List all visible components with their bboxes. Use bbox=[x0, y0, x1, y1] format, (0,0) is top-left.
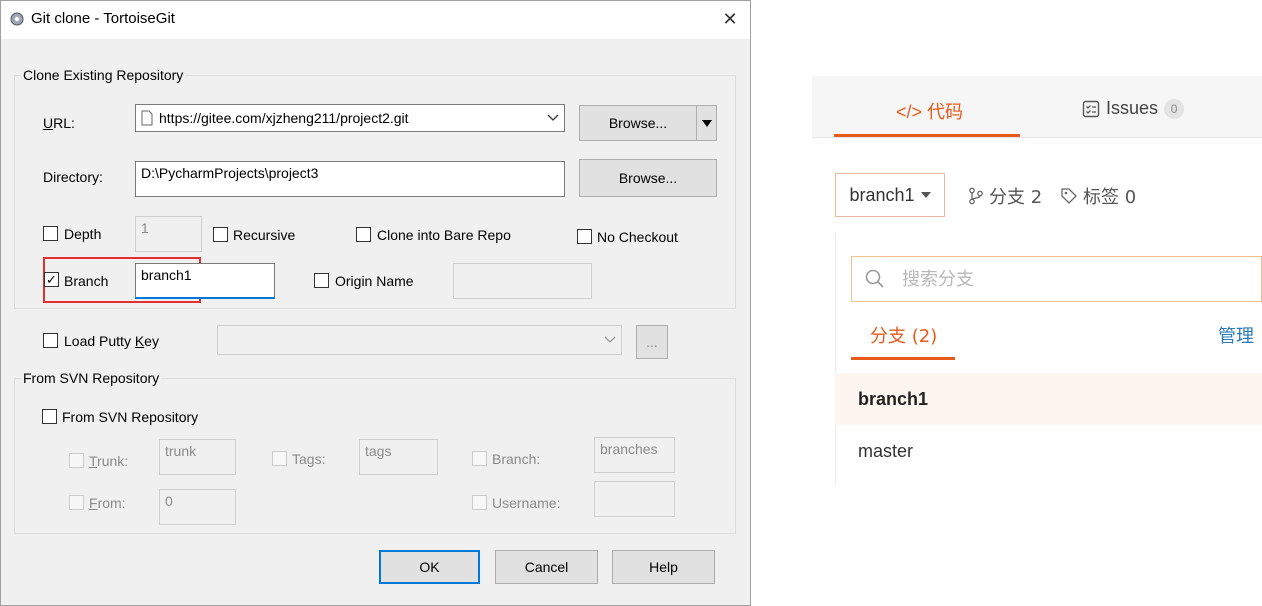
branch-search-box[interactable] bbox=[851, 256, 1262, 302]
close-icon[interactable]: ✕ bbox=[715, 5, 745, 33]
depth-input[interactable]: 1 bbox=[135, 216, 202, 252]
tab-issues[interactable]: Issues 0 bbox=[1082, 98, 1185, 119]
directory-label: Directory: bbox=[43, 169, 103, 185]
search-icon bbox=[865, 269, 884, 288]
dialog-title: Git clone - TortoiseGit bbox=[31, 10, 175, 27]
dialog-titlebar: Git clone - TortoiseGit ✕ bbox=[1, 1, 750, 39]
from-checkbox[interactable] bbox=[69, 495, 84, 510]
branch-select-value: branch1 bbox=[849, 184, 915, 205]
trunk-input[interactable]: trunk bbox=[159, 439, 236, 475]
username-input[interactable] bbox=[594, 481, 675, 517]
git-clone-dialog: Git clone - TortoiseGit ✕ Clone Existing… bbox=[0, 0, 751, 606]
branch-input[interactable]: branch1 bbox=[135, 263, 275, 299]
depth-label: Depth bbox=[64, 226, 102, 242]
tags-label: Tags: bbox=[292, 451, 326, 467]
trunk-checkbox[interactable] bbox=[69, 453, 84, 468]
bare-repo-label: Clone into Bare Repo bbox=[377, 227, 511, 243]
tags-input[interactable]: tags bbox=[359, 439, 438, 475]
branch-list-item[interactable]: branch1 bbox=[835, 373, 1262, 425]
tag-icon bbox=[1061, 188, 1077, 204]
bare-repo-checkbox[interactable] bbox=[356, 227, 371, 242]
tag-count-label: 标签 0 bbox=[1083, 187, 1137, 208]
recursive-checkbox[interactable] bbox=[213, 227, 228, 242]
issues-icon bbox=[1082, 100, 1100, 117]
no-checkout-checkbox[interactable] bbox=[577, 229, 592, 244]
branch-checkbox[interactable]: ✓ bbox=[44, 272, 59, 287]
cancel-button[interactable]: Cancel bbox=[495, 550, 598, 584]
directory-input[interactable]: D:\PycharmProjects\project3 bbox=[135, 161, 565, 197]
directory-browse-button[interactable]: Browse... bbox=[579, 159, 717, 197]
load-putty-key-checkbox[interactable] bbox=[43, 333, 58, 348]
tab-code-underline bbox=[834, 134, 1020, 137]
origin-name-input[interactable] bbox=[453, 263, 592, 299]
from-label: From: bbox=[89, 495, 126, 511]
manage-branches-link[interactable]: 管理 bbox=[1218, 322, 1254, 348]
code-icon: </> bbox=[896, 102, 923, 122]
gitee-branch-panel: </> 代码 Issues 0 branch1 分支 2 标签 0 搜索分支 分… bbox=[812, 0, 1262, 606]
svn-checkbox[interactable] bbox=[42, 409, 57, 424]
tab-code-label: 代码 bbox=[927, 102, 964, 123]
load-putty-key-label: Load Putty Key bbox=[64, 333, 159, 349]
triangle-down-icon bbox=[701, 119, 712, 127]
putty-key-browse-button[interactable]: ... bbox=[636, 325, 668, 359]
from-input[interactable]: 0 bbox=[159, 489, 236, 525]
putty-key-combobox[interactable] bbox=[217, 325, 622, 355]
url-browse-dropdown-button[interactable] bbox=[696, 105, 717, 141]
tab-code[interactable]: </> 代码 bbox=[896, 98, 963, 124]
chevron-down-icon bbox=[604, 336, 616, 343]
branch-select[interactable]: branch1 bbox=[835, 173, 945, 217]
branch-subtab[interactable]: 分支 (2) bbox=[870, 322, 937, 348]
clone-existing-legend: Clone Existing Repository bbox=[21, 67, 186, 83]
svn-branch-label: Branch: bbox=[492, 451, 541, 467]
branch-subtab-underline bbox=[851, 357, 955, 360]
branch-list-item[interactable]: master bbox=[835, 425, 1262, 477]
tab-issues-label: Issues bbox=[1106, 98, 1159, 118]
username-label: Username: bbox=[492, 495, 561, 511]
origin-name-label: Origin Name bbox=[335, 273, 414, 289]
tag-count-link[interactable]: 标签 0 bbox=[1060, 183, 1136, 209]
branch-count-label: 分支 2 bbox=[989, 187, 1043, 208]
recursive-label: Recursive bbox=[233, 227, 296, 243]
ok-button[interactable]: OK bbox=[379, 550, 480, 584]
url-combobox[interactable]: https://gitee.com/xjzheng211/project2.gi… bbox=[135, 104, 565, 132]
origin-name-checkbox[interactable] bbox=[314, 273, 329, 288]
svn-legend: From SVN Repository bbox=[21, 370, 162, 386]
no-checkout-label: No Checkout bbox=[597, 229, 678, 245]
depth-checkbox[interactable] bbox=[43, 226, 58, 241]
chevron-down-icon[interactable] bbox=[547, 114, 559, 122]
svn-label: From SVN Repository bbox=[62, 409, 199, 425]
tortoisegit-app-icon bbox=[10, 12, 24, 26]
svn-branch-input[interactable]: branches bbox=[594, 437, 675, 473]
svn-branch-checkbox[interactable] bbox=[472, 451, 487, 466]
repo-tabbar: </> 代码 Issues 0 bbox=[812, 76, 1262, 138]
url-label: URL: bbox=[43, 115, 75, 131]
username-checkbox[interactable] bbox=[472, 495, 487, 510]
issues-count-badge: 0 bbox=[1164, 98, 1185, 119]
caret-down-icon bbox=[920, 192, 931, 198]
url-browse-button[interactable]: Browse... bbox=[579, 105, 697, 141]
tags-checkbox[interactable] bbox=[272, 451, 287, 466]
help-button[interactable]: Help bbox=[612, 550, 715, 584]
file-icon bbox=[141, 110, 153, 126]
branch-label: Branch bbox=[64, 273, 109, 289]
branch-icon bbox=[969, 187, 983, 205]
branch-count-link[interactable]: 分支 2 bbox=[968, 183, 1042, 209]
trunk-label: Trunk: bbox=[89, 453, 129, 469]
branch-search-input[interactable] bbox=[900, 264, 1250, 294]
url-value: https://gitee.com/xjzheng211/project2.gi… bbox=[159, 110, 409, 126]
